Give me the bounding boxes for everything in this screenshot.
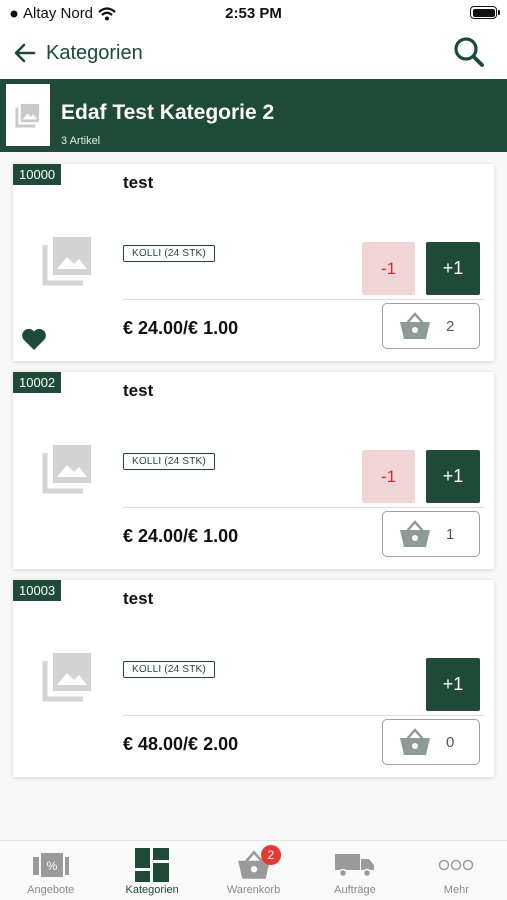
tab-bar: % Angebote Kategorien 2 Warenkorb Aufträ… <box>0 840 507 900</box>
product-price: € 24.00/€ 1.00 <box>123 318 239 338</box>
product-name: test <box>123 173 154 192</box>
tab-kategorien[interactable]: Kategorien <box>101 841 202 900</box>
image-placeholder-icon <box>15 103 40 128</box>
heart-icon[interactable] <box>21 327 47 351</box>
cart-quantity-button[interactable]: 1 <box>382 511 480 557</box>
back-label: Kategorien <box>46 41 143 64</box>
cart-quantity-button[interactable]: 2 <box>382 303 480 349</box>
truck-icon <box>334 847 376 883</box>
screen: Altay Nord 2:53 PM Kategorien Edaf Test … <box>0 0 507 900</box>
tab-label: Angebote <box>27 884 75 896</box>
product-price: € 48.00/€ 2.00 <box>123 734 239 754</box>
increase-button[interactable]: +1 <box>426 242 480 295</box>
offers-icon: % <box>32 847 70 883</box>
tab-label: Aufträge <box>334 884 376 896</box>
search-icon <box>454 37 484 67</box>
image-placeholder-icon <box>42 445 91 494</box>
category-header: Edaf Test Kategorie 2 3 Artikel <box>0 79 507 152</box>
divider <box>123 299 484 300</box>
product-card[interactable]: 10000 test KOLLI (24 STK) -1 +1 € 24.00/… <box>13 164 494 361</box>
product-sku: 10002 <box>13 372 62 393</box>
product-price: € 24.00/€ 1.00 <box>123 526 239 546</box>
unit-badge: KOLLI (24 STK) <box>123 453 215 470</box>
category-thumbnail <box>6 84 50 146</box>
basket-icon <box>400 728 430 755</box>
status-bar: Altay Nord 2:53 PM <box>0 0 507 28</box>
image-placeholder-icon <box>42 237 91 286</box>
decrease-button[interactable]: -1 <box>362 450 415 503</box>
svg-text:%: % <box>46 859 57 873</box>
cart-quantity: 2 <box>446 317 455 335</box>
increase-button[interactable]: +1 <box>426 658 480 711</box>
tab-label: Kategorien <box>125 884 179 896</box>
cart-quantity: 1 <box>446 525 455 543</box>
product-card[interactable]: 10002 test KOLLI (24 STK) -1 +1 € 24.00/… <box>13 372 494 569</box>
product-name: test <box>123 589 154 608</box>
more-dots-icon <box>438 847 474 883</box>
cart-quantity-button[interactable]: 0 <box>382 719 480 765</box>
tab-label: Mehr <box>443 884 469 896</box>
tab-auftraege[interactable]: Aufträge <box>304 841 405 900</box>
image-placeholder-icon <box>42 653 91 702</box>
unit-badge: KOLLI (24 STK) <box>123 661 215 678</box>
basket-icon <box>400 312 430 339</box>
unit-badge: KOLLI (24 STK) <box>123 245 215 262</box>
product-sku: 10003 <box>13 580 62 601</box>
status-time: 2:53 PM <box>225 5 282 22</box>
divider <box>123 507 484 508</box>
product-name: test <box>123 381 154 400</box>
tab-angebote[interactable]: % Angebote <box>0 841 101 900</box>
categories-grid-icon <box>134 847 170 883</box>
product-card[interactable]: 10003 test KOLLI (24 STK) +1 € 48.00/€ 2… <box>13 580 494 777</box>
increase-button[interactable]: +1 <box>426 450 480 503</box>
nav-bar: Kategorien <box>0 28 507 79</box>
cart-quantity: 0 <box>446 733 455 751</box>
tab-mehr[interactable]: Mehr <box>406 841 507 900</box>
category-title: Edaf Test Kategorie 2 <box>61 101 275 124</box>
product-sku: 10000 <box>13 164 62 185</box>
arrow-left-icon <box>14 43 36 63</box>
back-button[interactable]: Kategorien <box>14 36 143 70</box>
decrease-button[interactable]: -1 <box>362 242 415 295</box>
divider <box>123 715 484 716</box>
battery-icon <box>470 6 500 19</box>
category-item-count: 3 Artikel <box>61 135 101 147</box>
cart-count-badge: 2 <box>260 845 281 865</box>
tab-warenkorb[interactable]: 2 Warenkorb <box>203 841 304 900</box>
tab-label: Warenkorb <box>226 884 281 896</box>
search-button[interactable] <box>451 34 487 70</box>
basket-icon <box>400 520 430 547</box>
